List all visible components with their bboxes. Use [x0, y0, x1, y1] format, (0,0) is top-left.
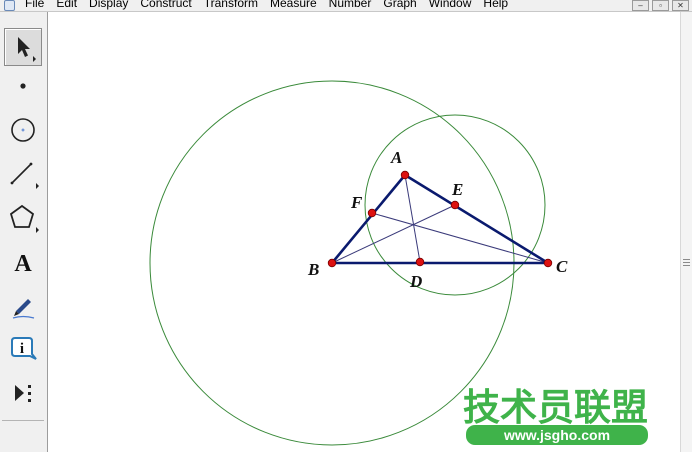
sketch-canvas[interactable]: A B C D E F 技术员联盟 www.jsgho.com: [48, 12, 680, 452]
app-icon[interactable]: [4, 0, 15, 11]
text-tool[interactable]: A: [4, 243, 42, 281]
custom-tool[interactable]: [4, 374, 42, 412]
point-c[interactable]: [543, 258, 553, 268]
point-b[interactable]: [327, 258, 337, 268]
cevian-be[interactable]: [331, 204, 456, 264]
restore-button[interactable]: ▫: [652, 0, 669, 11]
menu-bar: File Edit Display Construct Transform Me…: [0, 0, 692, 12]
point-a[interactable]: [400, 170, 410, 180]
compass-tool[interactable]: [4, 111, 42, 149]
menu-items: File Edit Display Construct Transform Me…: [25, 0, 520, 10]
arrow-icon: [18, 37, 36, 62]
point-d[interactable]: [415, 257, 425, 267]
polygon-tool[interactable]: [4, 199, 42, 237]
menu-edit[interactable]: Edit: [56, 0, 77, 10]
text-tool-glyph: A: [14, 251, 32, 277]
watermark-url: www.jsgho.com: [503, 427, 610, 443]
point-tool[interactable]: [4, 67, 42, 105]
geometry-sketch: A B C D E F 技术员联盟 www.jsgho.com: [149, 80, 648, 446]
line-icon: [10, 162, 39, 189]
scrollbar-grip[interactable]: [683, 259, 690, 269]
pentagon-icon: [9, 204, 39, 233]
window-controls: – ▫ ✕: [629, 0, 689, 11]
label-e[interactable]: E: [451, 180, 463, 199]
menu-measure[interactable]: Measure: [270, 0, 317, 10]
info-icon: i: [11, 337, 37, 360]
point-f[interactable]: [367, 208, 377, 218]
label-d[interactable]: D: [409, 272, 422, 291]
custom-tools-icon: [15, 385, 31, 402]
label-f[interactable]: F: [350, 193, 363, 212]
triangle-abc[interactable]: [330, 173, 550, 265]
text-icon: A: [14, 251, 32, 277]
information-tool[interactable]: i: [4, 331, 42, 369]
menu-construct[interactable]: Construct: [140, 0, 191, 10]
menu-graph[interactable]: Graph: [383, 0, 416, 10]
cevian-ad[interactable]: [404, 174, 421, 263]
vertical-scrollbar[interactable]: [680, 12, 692, 452]
label-c[interactable]: C: [556, 257, 568, 276]
straightedge-tool[interactable]: [4, 155, 42, 193]
arrow-tool[interactable]: [4, 28, 42, 66]
point-e[interactable]: [450, 200, 460, 210]
close-button[interactable]: ✕: [672, 0, 689, 11]
minimize-button[interactable]: –: [632, 0, 649, 11]
menu-display[interactable]: Display: [89, 0, 128, 10]
point-icon: [20, 83, 26, 89]
toolbox-divider: [2, 420, 44, 421]
watermark: 技术员联盟 www.jsgho.com: [463, 386, 648, 445]
toolbox: A i: [0, 12, 48, 452]
compass-icon: [11, 118, 35, 142]
menu-help[interactable]: Help: [483, 0, 508, 10]
menu-number[interactable]: Number: [329, 0, 372, 10]
pen-icon: [12, 299, 35, 319]
label-a[interactable]: A: [390, 148, 402, 167]
watermark-text: 技术员联盟: [463, 386, 648, 429]
menu-window[interactable]: Window: [429, 0, 472, 10]
info-tool-glyph: i: [20, 341, 24, 357]
menu-file[interactable]: File: [25, 0, 44, 10]
marker-tool[interactable]: [4, 287, 42, 325]
label-b[interactable]: B: [307, 260, 319, 279]
menu-transform[interactable]: Transform: [204, 0, 258, 10]
cevian-cf[interactable]: [371, 212, 549, 264]
